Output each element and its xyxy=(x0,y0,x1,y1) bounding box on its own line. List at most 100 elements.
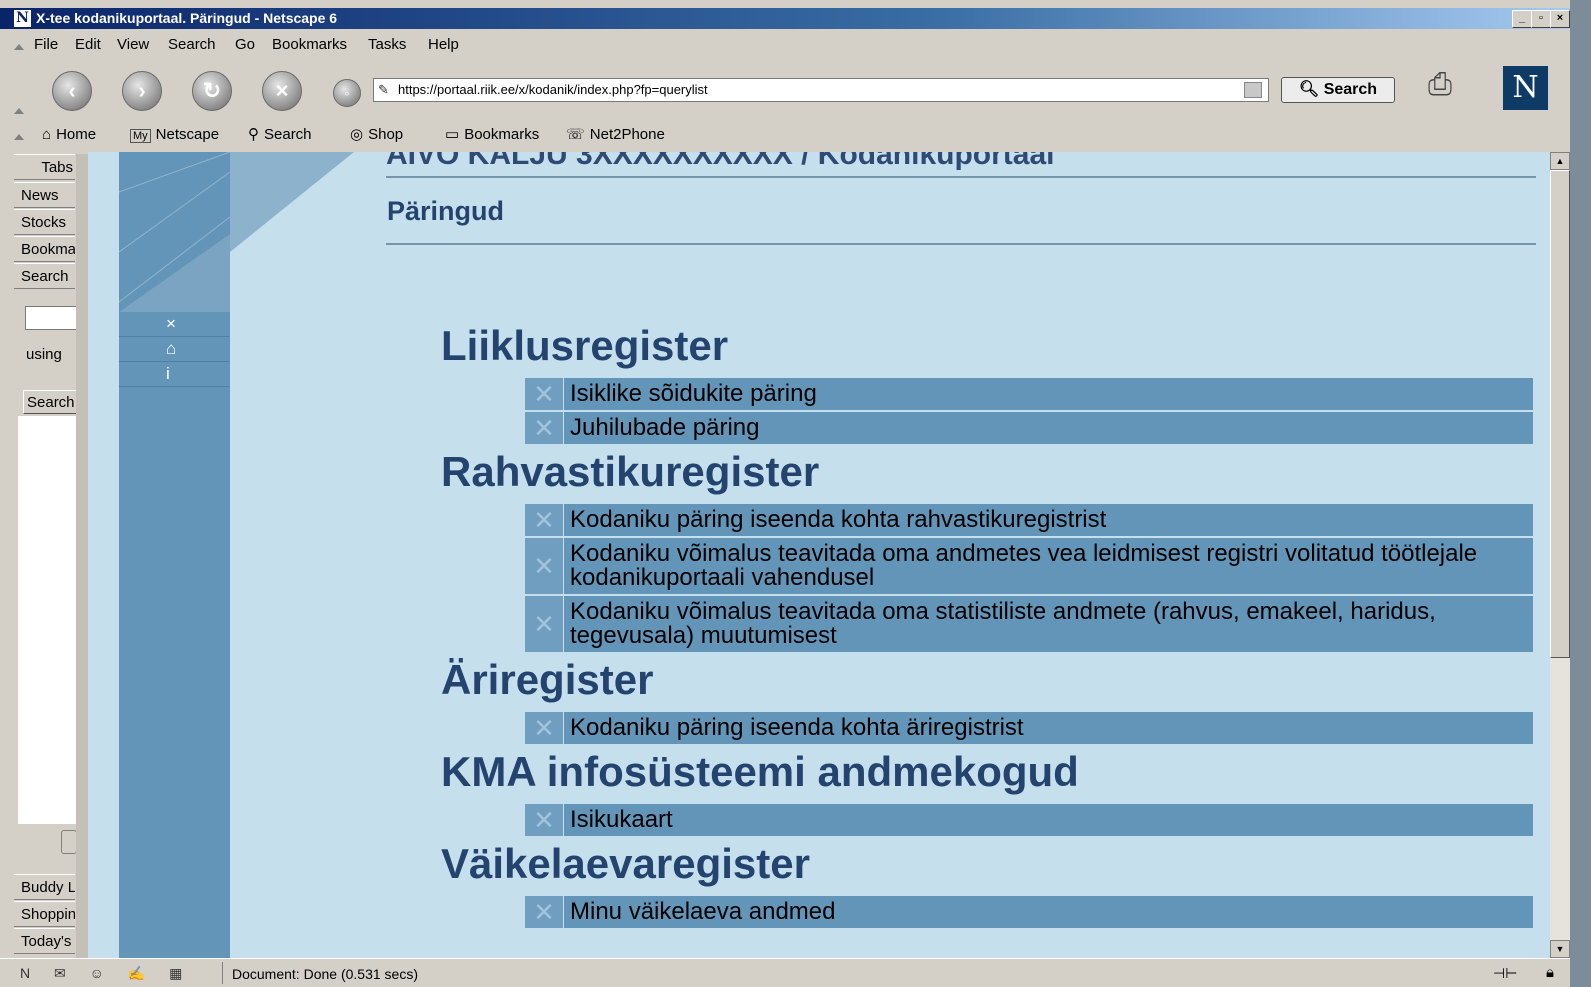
decorative-diagonal xyxy=(119,152,354,312)
menu-search[interactable]: Search xyxy=(168,30,216,60)
query-label[interactable]: Juhilubade päring xyxy=(525,412,1533,444)
sidebar-using-label: using xyxy=(26,346,62,363)
query-item[interactable]: ✕ Kodaniku päring iseenda kohta äriregist… xyxy=(525,712,1533,744)
bookmark-folder-icon: ▭ xyxy=(445,126,460,143)
query-label[interactable]: Kodaniku päring iseenda kohta rahvastiku… xyxy=(525,504,1533,536)
scroll-up-icon[interactable]: ▲ xyxy=(1550,152,1570,170)
menu-go[interactable]: Go xyxy=(235,30,255,60)
query-x-icon: ✕ xyxy=(525,596,564,652)
query-x-icon: ✕ xyxy=(525,804,564,836)
pencil-icon: ✎ xyxy=(378,82,389,97)
page-left-margin xyxy=(88,152,119,958)
print-icon[interactable]: ⎙ xyxy=(1428,68,1480,104)
lock-icon[interactable]: 🔒︎ xyxy=(1546,962,1554,984)
query-x-icon: ✕ xyxy=(525,896,564,928)
maximize-button[interactable]: ▫ xyxy=(1531,10,1551,28)
site-icon[interactable]: ◦ xyxy=(333,79,361,107)
tool-info-button[interactable]: i xyxy=(119,362,229,387)
bookmarks-link[interactable]: ▭ Bookmarks xyxy=(445,122,539,148)
query-item[interactable]: ✕ Kodaniku võimalus teavitada oma statist… xyxy=(525,596,1533,652)
query-label[interactable]: Kodaniku võimalus teavitada oma statisti… xyxy=(525,596,1533,652)
home-icon: ⌂ xyxy=(166,339,177,358)
title-divider xyxy=(386,243,1536,245)
reload-button[interactable]: ↻ xyxy=(192,71,232,111)
sidebar-tab-stocks[interactable]: Stocks xyxy=(14,209,75,235)
menu-file[interactable]: File xyxy=(34,30,58,60)
stop-button[interactable]: × xyxy=(262,71,302,111)
close-window-button[interactable]: × xyxy=(1550,10,1570,28)
component-bar-icons[interactable]: N ✉ ☺ ✍ ▦ xyxy=(20,962,192,984)
navbar-grip-icon[interactable] xyxy=(14,108,24,114)
page-header-user: AIVO KALJU 3XXXXXXXXXX / Kodanikuportaal xyxy=(386,152,1055,171)
menu-tasks[interactable]: Tasks xyxy=(368,30,406,60)
search-button[interactable]: 🔍︎ Search xyxy=(1281,77,1395,103)
sidebar-more-button[interactable] xyxy=(61,830,77,854)
shop-link[interactable]: ◎ Shop xyxy=(350,122,403,148)
query-x-icon: ✕ xyxy=(525,378,564,410)
info-icon: i xyxy=(166,364,170,383)
home-link[interactable]: ⌂ Home xyxy=(42,122,96,148)
sidebar-search-input[interactable] xyxy=(25,306,79,330)
search-icon: ⚲ xyxy=(248,126,259,143)
net2phone-link[interactable]: ☏ Net2Phone xyxy=(566,122,665,148)
magnifier-icon: 🔍︎ xyxy=(1298,81,1320,98)
menu-bar: File Edit View Search Go Bookmarks Tasks… xyxy=(0,30,1570,60)
netscape-throbber-icon[interactable]: N xyxy=(1503,66,1548,110)
sidebar-tab-todays-pick[interactable]: Today's Pick xyxy=(14,928,75,954)
register-heading: Liiklusregister xyxy=(441,322,729,369)
menu-view[interactable]: View xyxy=(117,30,149,60)
back-button[interactable]: ‹ xyxy=(52,71,92,111)
close-icon: × xyxy=(166,314,176,333)
url-field[interactable]: ✎ https://portaal.riik.ee/x/kodanik/inde… xyxy=(373,78,1269,102)
url-dropdown-icon[interactable] xyxy=(1244,82,1262,98)
sidebar-splitter[interactable] xyxy=(76,154,88,960)
tool-close-button[interactable]: × xyxy=(119,312,229,337)
home-icon: ⌂ xyxy=(42,126,52,143)
page-title: Päringud xyxy=(387,196,505,226)
phone-icon: ☏ xyxy=(566,126,585,143)
minimize-button[interactable]: _ xyxy=(1512,10,1532,28)
query-x-icon: ✕ xyxy=(525,412,564,444)
query-label[interactable]: Kodaniku võimalus teavitada oma andmetes… xyxy=(525,538,1533,594)
query-x-icon: ✕ xyxy=(525,712,564,744)
query-label[interactable]: Kodaniku päring iseenda kohta äriregistr… xyxy=(525,712,1533,744)
query-item[interactable]: ✕ Minu väikelaeva andmed xyxy=(525,896,1533,928)
title-bar: N X-tee kodanikuportaal. Päringud - Nets… xyxy=(0,8,1570,29)
register-heading: KMA infosüsteemi andmekogud xyxy=(441,748,1079,795)
personal-toolbar-grip-icon[interactable] xyxy=(14,134,24,140)
sidebar-search-results xyxy=(18,416,76,824)
sidebar-tab-shopping[interactable]: Shopping xyxy=(14,901,75,927)
window-title: X-tee kodanikuportaal. Päringud - Netsca… xyxy=(36,10,338,26)
page-content: × ⌂ i AIVO KALJU 3XXXXXXXXXX / Kodanikup… xyxy=(88,152,1550,958)
query-item[interactable]: ✕ Juhilubade päring xyxy=(525,412,1533,444)
menu-help[interactable]: Help xyxy=(428,30,459,60)
personal-toolbar: ⌂ Home My Netscape ⚲ Search ◎ Shop ▭ Bookmark… xyxy=(0,122,1570,148)
scroll-thumb[interactable] xyxy=(1550,170,1570,658)
menu-edit[interactable]: Edit xyxy=(75,30,101,60)
scroll-down-icon[interactable]: ▼ xyxy=(1550,940,1570,958)
query-label[interactable]: Isiklike sõidukite päring xyxy=(525,378,1533,410)
sidebar-search-button[interactable]: Search xyxy=(23,390,79,414)
menubar-grip-icon[interactable] xyxy=(14,44,24,50)
menu-bookmarks[interactable]: Bookmarks xyxy=(272,30,347,60)
sidebar-tabs-menu[interactable]: Tabs xyxy=(14,154,75,180)
header-divider xyxy=(386,176,1536,178)
query-item[interactable]: ✕ Kodaniku võimalus teavitada oma andmete… xyxy=(525,538,1533,594)
vertical-scrollbar[interactable]: ▲ ▼ xyxy=(1550,152,1570,958)
query-label[interactable]: Isikukaart xyxy=(525,804,1533,836)
browser-window: N X-tee kodanikuportaal. Päringud - Nets… xyxy=(0,0,1570,987)
query-x-icon: ✕ xyxy=(525,538,564,594)
sidebar-tab-search[interactable]: Search xyxy=(14,263,75,289)
tool-home-button[interactable]: ⌂ xyxy=(119,337,229,362)
my-netscape-link[interactable]: My Netscape xyxy=(130,122,219,149)
query-item[interactable]: ✕ Isiklike sõidukite päring xyxy=(525,378,1533,410)
sidebar-tab-bookmarks[interactable]: Bookmarks xyxy=(14,236,75,262)
query-item[interactable]: ✕ Kodaniku päring iseenda kohta rahvastik… xyxy=(525,504,1533,536)
sidebar-tab-news[interactable]: News xyxy=(14,182,75,208)
sidebar-tab-buddy-list[interactable]: Buddy List xyxy=(14,874,75,900)
query-item[interactable]: ✕ Isikukaart xyxy=(525,804,1533,836)
search-link[interactable]: ⚲ Search xyxy=(248,122,312,148)
query-list: Liiklusregister ✕ Isiklike sõidukite pärin… xyxy=(441,320,1533,930)
forward-button[interactable]: › xyxy=(122,71,162,111)
query-label[interactable]: Minu väikelaeva andmed xyxy=(525,896,1533,928)
